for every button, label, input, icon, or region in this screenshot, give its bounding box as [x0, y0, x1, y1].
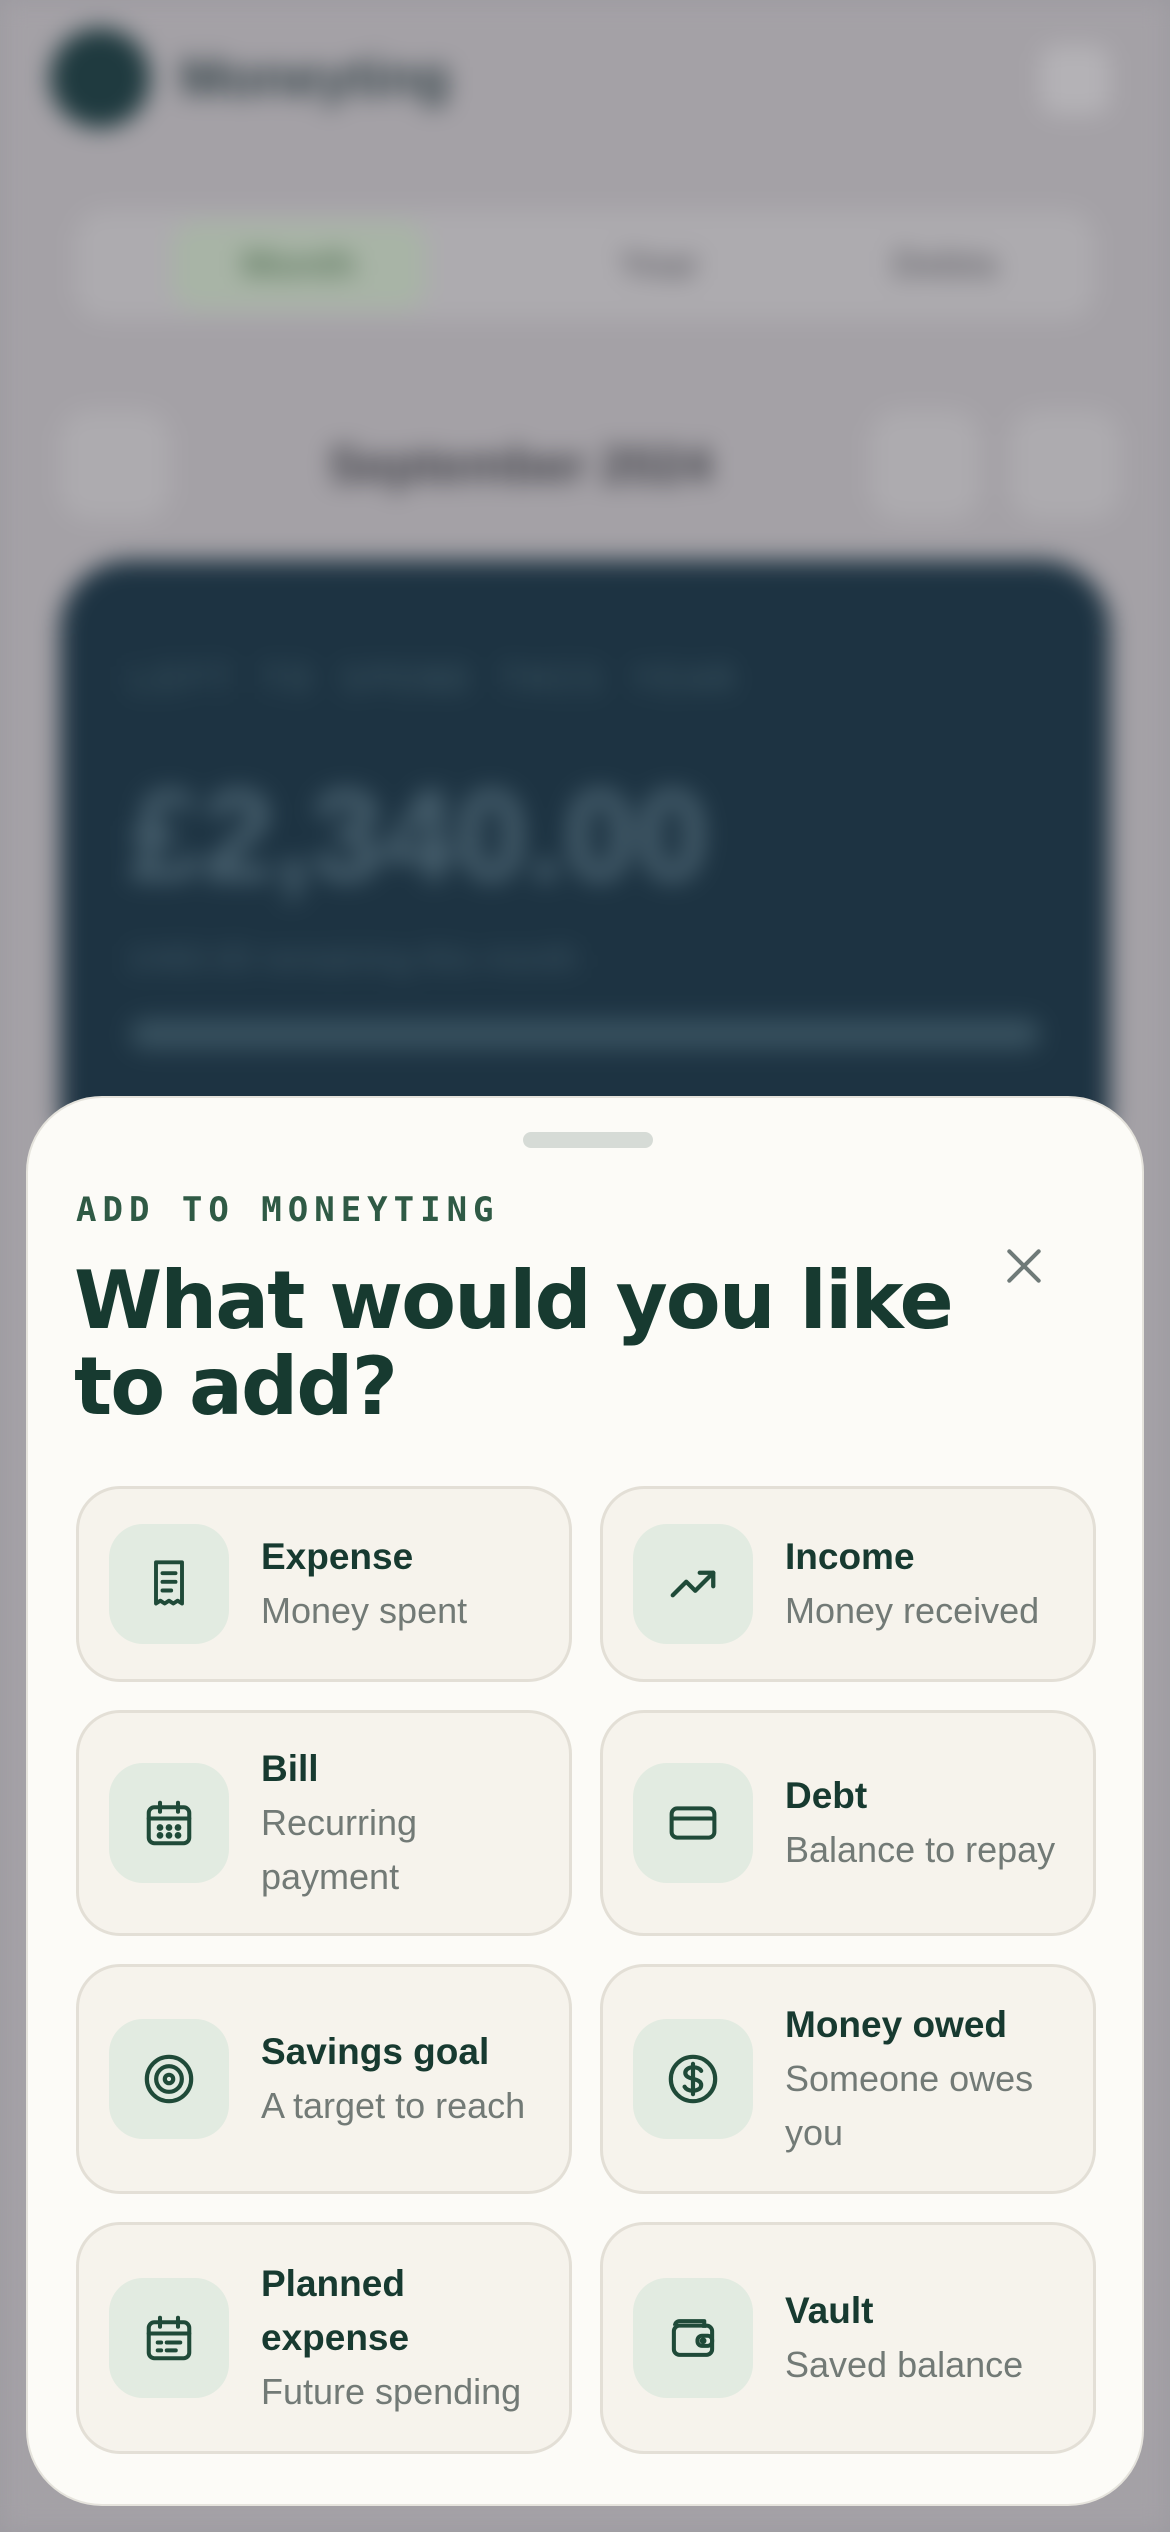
add-options-grid: Expense Money spent Income Money receive…	[76, 1486, 1096, 2454]
next-month-button	[869, 410, 980, 520]
option-title: Debt	[785, 1775, 868, 1816]
option-planned-expense[interactable]: Planned expense Future spending	[76, 2222, 572, 2454]
option-subtitle: Future spending	[261, 2371, 522, 2412]
option-debt[interactable]: Debt Balance to repay	[600, 1710, 1096, 1936]
summary-progress	[130, 1019, 1040, 1049]
period-tabs: Month Year Debts	[75, 210, 1095, 320]
calendar-list-icon	[109, 2278, 229, 2398]
month-label: September 2024	[328, 437, 712, 493]
option-money-owed[interactable]: Money owed Someone owes you	[600, 1964, 1096, 2194]
option-subtitle: Money spent	[261, 1590, 468, 1631]
option-bill[interactable]: Bill Recurring payment	[76, 1710, 572, 1936]
summary-sub: £460.00 remaining this month	[130, 940, 578, 978]
dollar-circle-icon	[633, 2019, 753, 2139]
calendar-icon	[109, 1763, 229, 1883]
menu-button	[1040, 45, 1110, 115]
tab-month: Month	[171, 221, 426, 309]
app-logo	[50, 28, 150, 128]
option-title: Income	[785, 1536, 915, 1577]
tab-debts: Debts	[892, 243, 999, 286]
add-sheet: ADD TO MONEYTING What would you like to …	[26, 1096, 1144, 2506]
target-icon	[109, 2019, 229, 2139]
option-vault[interactable]: Vault Saved balance	[600, 2222, 1096, 2454]
option-subtitle: Someone owes you	[785, 2058, 1034, 2153]
option-title: Expense	[261, 1536, 414, 1577]
option-expense[interactable]: Expense Money spent	[76, 1486, 572, 1682]
option-subtitle: Balance to repay	[785, 1829, 1056, 1870]
option-subtitle: Recurring payment	[261, 1802, 418, 1897]
trending-up-icon	[633, 1524, 753, 1644]
option-title: Planned expense	[261, 2263, 410, 2358]
app-header: Moneyting	[50, 28, 450, 128]
close-icon	[1007, 1249, 1041, 1283]
receipt-icon	[109, 1524, 229, 1644]
option-title: Vault	[785, 2290, 874, 2331]
sheet-title: What would you like to add?	[74, 1254, 954, 1433]
prev-month-button	[60, 410, 170, 520]
month-selector: September 2024	[60, 410, 1120, 520]
option-subtitle: Saved balance	[785, 2344, 1024, 2385]
option-title: Savings goal	[261, 2031, 490, 2072]
option-title: Money owed	[785, 2004, 1008, 2045]
sheet-handle[interactable]	[523, 1132, 653, 1148]
summary-amount: £2,340.00	[130, 762, 709, 908]
option-subtitle: A target to reach	[261, 2085, 526, 2126]
sheet-eyebrow: ADD TO MONEYTING	[76, 1190, 500, 1230]
option-title: Bill	[261, 1748, 319, 1789]
credit-card-icon	[633, 1763, 753, 1883]
close-button[interactable]	[986, 1228, 1062, 1304]
calendar-button	[1009, 410, 1120, 520]
option-income[interactable]: Income Money received	[600, 1486, 1096, 1682]
summary-card: LEFT TO SPEND THIS YEAR £2,340.00 £460.0…	[60, 560, 1110, 1180]
wallet-icon	[633, 2278, 753, 2398]
option-subtitle: Money received	[785, 1590, 1040, 1631]
tab-year: Year	[619, 243, 700, 286]
summary-label: LEFT TO SPEND THIS YEAR	[130, 660, 739, 700]
option-savings-goal[interactable]: Savings goal A target to reach	[76, 1964, 572, 2194]
app-brand: Moneyting	[180, 48, 450, 108]
